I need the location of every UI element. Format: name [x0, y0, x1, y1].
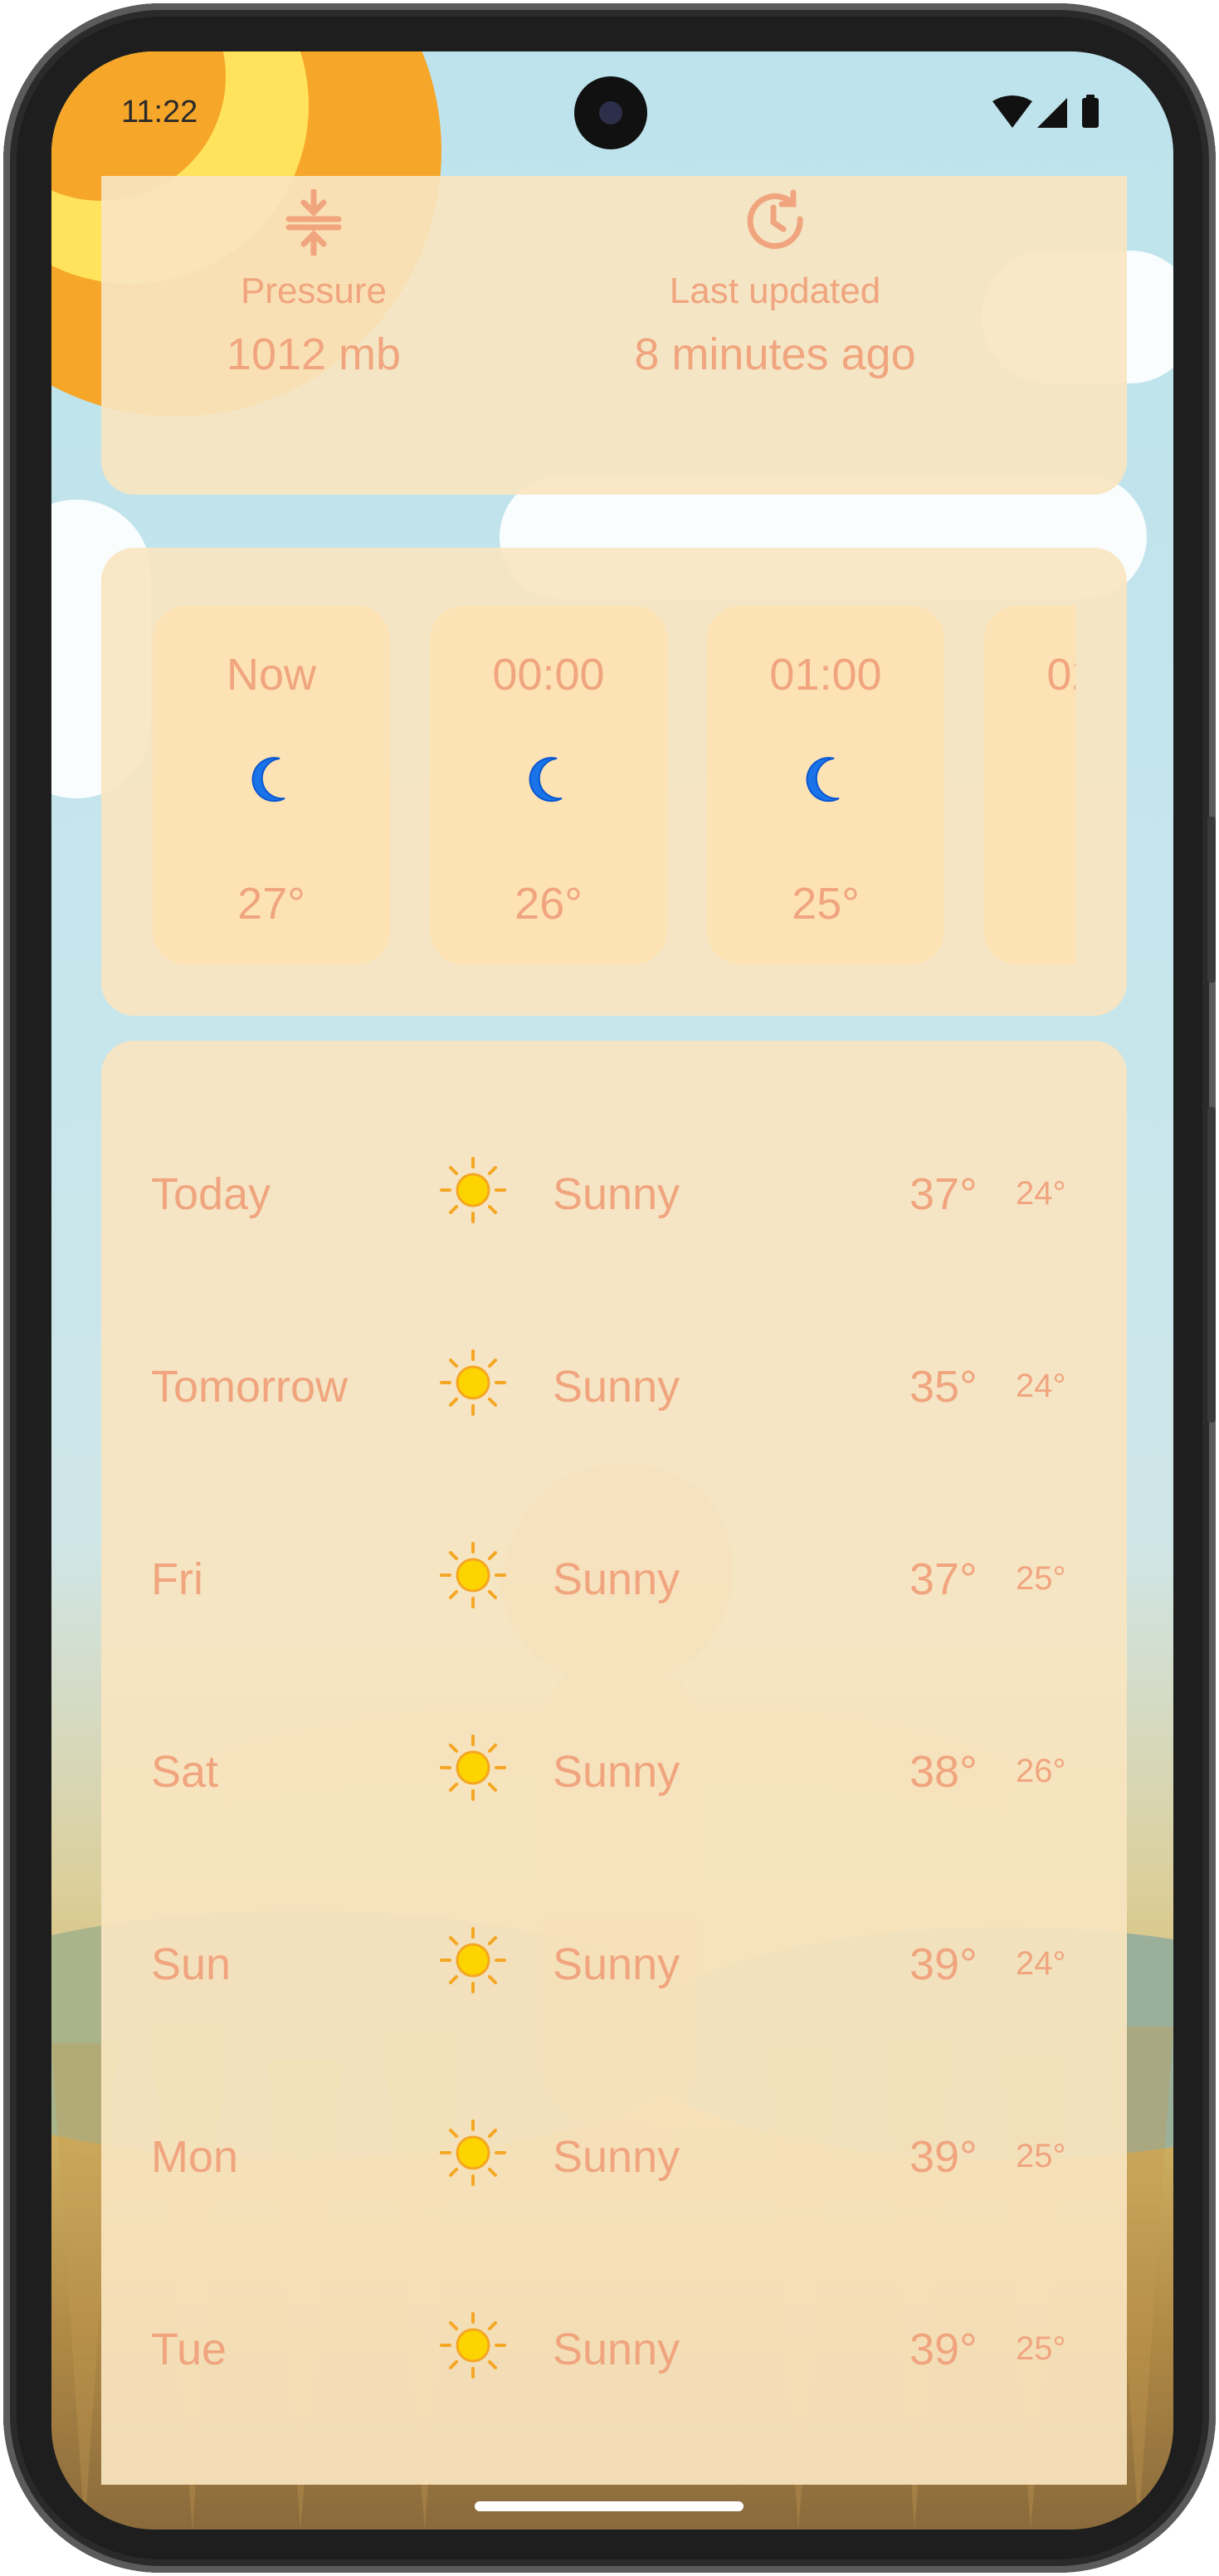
hour-temp: 2: [984, 878, 1075, 929]
sun-icon: [440, 1542, 506, 1608]
hour-time: 00:00: [492, 650, 605, 700]
power-button: [1207, 1107, 1216, 1422]
day-name: Mon: [151, 2132, 239, 2182]
phone-frame: 11:22 Pressure 1012 mb Last updated 8 mi…: [3, 3, 1216, 2573]
day-name: Fri: [151, 1554, 203, 1604]
day-name: Sun: [151, 1939, 232, 1989]
front-camera: [574, 76, 647, 149]
compress-icon: [285, 189, 342, 256]
sun-icon: [440, 1349, 506, 1416]
day-low-temp: 25°: [1016, 2330, 1066, 2367]
pressure-label: Pressure: [240, 271, 388, 311]
day-high-temp: 39°: [909, 2132, 978, 2182]
last-updated-label: Last updated: [669, 271, 881, 311]
day-condition: Sunny: [553, 1747, 680, 1797]
day-low-temp: 24°: [1016, 1945, 1066, 1982]
day-condition: Sunny: [553, 1554, 680, 1604]
hour-temp: 26°: [514, 879, 583, 929]
hour-time: 02:00: [1046, 650, 1075, 700]
day-name: Tomorrow: [151, 1362, 349, 1412]
day-high-temp: 37°: [909, 1169, 978, 1219]
hourly-forecast-card: Now 27° 00:00 26° 01:00 25° 0: [101, 548, 1127, 1016]
status-icons: [992, 95, 1099, 128]
sun-icon: [440, 2120, 506, 2186]
hourly-item[interactable]: 02:00 2: [984, 606, 1075, 964]
day-name: Tue: [151, 2325, 227, 2374]
sun-icon: [440, 2312, 506, 2378]
day-condition: Sunny: [553, 1362, 680, 1412]
sun-icon: [440, 1157, 506, 1223]
daily-row[interactable]: Sun Sunny 39° 24°: [151, 1919, 1080, 2002]
sun-icon: [440, 1734, 506, 1801]
hour-temp: 27°: [237, 879, 305, 929]
daily-row[interactable]: Tomorrow Sunny 35° 24°: [151, 1341, 1080, 1424]
day-low-temp: 26°: [1016, 1753, 1066, 1789]
hourly-item[interactable]: 01:00 25°: [707, 606, 944, 964]
day-low-temp: 25°: [1016, 1560, 1066, 1597]
day-condition: Sunny: [553, 1169, 680, 1219]
gesture-home-bar[interactable]: [475, 2501, 744, 2511]
daily-row[interactable]: Sat Sunny 38° 26°: [151, 1726, 1080, 1809]
status-time: 11:22: [121, 95, 198, 129]
day-name: Sat: [151, 1747, 219, 1797]
sun-icon: [440, 1927, 506, 1993]
cell-signal-icon: [1037, 98, 1067, 128]
day-low-temp: 24°: [1016, 1368, 1066, 1404]
hourly-item[interactable]: Now 27°: [153, 606, 390, 964]
moon-icon: [251, 757, 285, 803]
last-updated-stat: Last updated 8 minutes ago: [568, 189, 983, 380]
battery-icon: [1082, 98, 1099, 128]
hour-time: Now: [226, 650, 317, 700]
daily-row[interactable]: Today Sunny 37° 24°: [151, 1149, 1080, 1232]
daily-row[interactable]: Fri Sunny 37° 25°: [151, 1534, 1080, 1617]
day-high-temp: 35°: [909, 1362, 978, 1412]
day-high-temp: 39°: [909, 1939, 978, 1989]
day-high-temp: 37°: [909, 1554, 978, 1604]
wifi-icon: [992, 95, 1032, 128]
pressure-stat: Pressure 1012 mb: [106, 189, 521, 380]
volume-button: [1207, 817, 1216, 983]
day-condition: Sunny: [553, 2325, 680, 2374]
hourly-forecast-list[interactable]: Now 27° 00:00 26° 01:00 25° 0: [153, 606, 1075, 964]
hourly-item[interactable]: 00:00 26°: [430, 606, 667, 964]
update-clock-icon: [747, 189, 803, 249]
last-updated-value: 8 minutes ago: [634, 329, 916, 379]
day-low-temp: 25°: [1016, 2138, 1066, 2174]
day-low-temp: 24°: [1016, 1175, 1066, 1212]
moon-icon: [529, 757, 563, 803]
day-high-temp: 39°: [909, 2325, 978, 2374]
details-card: Pressure 1012 mb Last updated 8 minutes …: [101, 176, 1127, 495]
daily-row[interactable]: Mon Sunny 39° 25°: [151, 2111, 1080, 2194]
day-high-temp: 38°: [909, 1747, 978, 1797]
daily-forecast-card: Today Sunny 37° 24° Tomorrow Sunny 35° 2…: [101, 1041, 1127, 2485]
moon-icon: [806, 757, 840, 803]
day-condition: Sunny: [553, 2132, 680, 2182]
hour-time: 01:00: [769, 650, 882, 700]
pressure-value: 1012 mb: [226, 329, 402, 379]
day-condition: Sunny: [553, 1939, 680, 1989]
daily-row[interactable]: Tue Sunny 39° 25°: [151, 2304, 1080, 2387]
hour-temp: 25°: [792, 879, 860, 929]
day-name: Today: [151, 1169, 271, 1219]
